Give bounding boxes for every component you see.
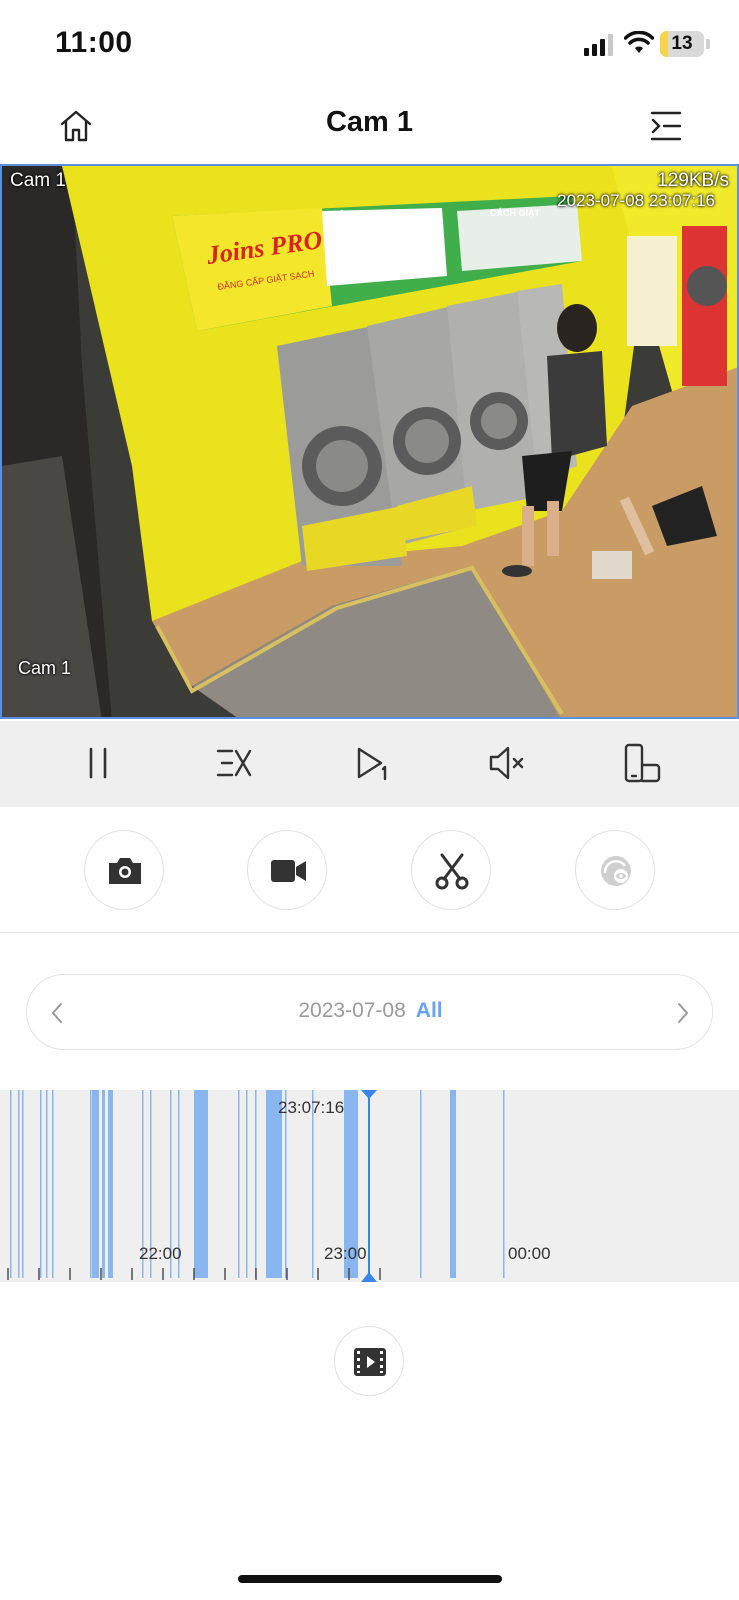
tick-label: 00:00 (508, 1244, 551, 1263)
scissors-icon (435, 853, 469, 890)
filter-all[interactable]: All (416, 999, 443, 1022)
channel-label: Cam 1 (10, 170, 66, 191)
next-day-button[interactable] (675, 1001, 691, 1025)
tick-label: 22:00 (139, 1244, 182, 1263)
timeline-cursor-bottom (361, 1272, 377, 1282)
osd-timestamp: 2023-07-08 23:07:16 (557, 191, 715, 210)
recording-segment (266, 1090, 282, 1278)
cellular-signal-icon (584, 34, 613, 56)
page-title: Cam 1 (325, 106, 414, 138)
snapshot-button[interactable] (84, 830, 164, 910)
recording-segment (312, 1090, 314, 1278)
recording-segment (10, 1090, 12, 1278)
recording-segment (450, 1090, 456, 1278)
recordings-button[interactable] (334, 1326, 404, 1396)
recording-segment (40, 1090, 42, 1278)
pause-icon (89, 747, 107, 779)
timeline-track (7, 1090, 505, 1282)
bitrate-label: 129KB/s (657, 170, 729, 191)
sign-howto-text: CÁCH GIẶT (490, 208, 540, 218)
divider (0, 932, 739, 933)
timeline-cursor-top (361, 1090, 377, 1099)
speed-icon (216, 749, 252, 777)
timeline[interactable]: 23:07:16 22:00 23:00 00:00 (0, 1090, 739, 1282)
recording-segment (108, 1090, 113, 1278)
playback-controls (0, 721, 739, 807)
recording-segment (420, 1090, 422, 1278)
clip-button[interactable] (411, 830, 491, 910)
video-player[interactable]: Joins PRO ĐẲNG CẤP GIẶT SẠCH BẢNG GIÁ GI… (0, 164, 739, 719)
mute-icon (489, 746, 524, 780)
record-button[interactable] (247, 830, 327, 910)
osd-channel-label: Cam 1 (18, 658, 72, 678)
orientation-button[interactable] (620, 741, 664, 785)
battery-indicator: 13 (660, 31, 710, 57)
frame-play-button[interactable] (349, 741, 393, 785)
date-value: 2023-07-08 (298, 999, 406, 1022)
film-icon (354, 1348, 386, 1376)
recording-segment (285, 1090, 287, 1278)
fisheye-icon (601, 856, 631, 886)
sign-price-text: BẢNG GIÁ GIẶT (330, 210, 415, 223)
pause-button[interactable] (76, 741, 120, 785)
video-camera-icon (271, 860, 306, 882)
recording-segment (52, 1090, 54, 1278)
recording-segment (246, 1090, 248, 1278)
camera-icon (109, 858, 141, 884)
date-selector: 2023-07-08 All (26, 974, 713, 1050)
menu-button[interactable] (648, 108, 684, 144)
fisheye-button[interactable] (575, 830, 655, 910)
recording-segment (22, 1090, 24, 1278)
timeline-cursor-time: 23:07:16 (278, 1098, 345, 1117)
camera-scene: Joins PRO ĐẲNG CẤP GIẶT SẠCH BẢNG GIÁ GI… (2, 166, 737, 717)
wifi-icon (624, 31, 654, 53)
date-display[interactable]: 2023-07-08 All (27, 999, 714, 1023)
recording-segment (255, 1090, 257, 1278)
home-indicator (238, 1575, 502, 1583)
recording-segment (90, 1090, 92, 1278)
speed-button[interactable] (212, 741, 256, 785)
tick-label: 23:00 (324, 1244, 367, 1263)
status-time: 11:00 (55, 26, 133, 59)
menu-collapse-icon (650, 111, 682, 141)
chevron-right-icon (678, 1003, 689, 1023)
recording-segment (18, 1090, 20, 1278)
orientation-icon (624, 743, 661, 783)
recording-segment (194, 1090, 208, 1278)
recording-segment (46, 1090, 48, 1278)
recording-segment (503, 1090, 505, 1278)
frame-play-icon (357, 747, 387, 781)
recording-segment (92, 1090, 99, 1278)
recording-segment (238, 1090, 240, 1278)
recording-segment (102, 1090, 105, 1278)
mute-button[interactable] (485, 741, 529, 785)
